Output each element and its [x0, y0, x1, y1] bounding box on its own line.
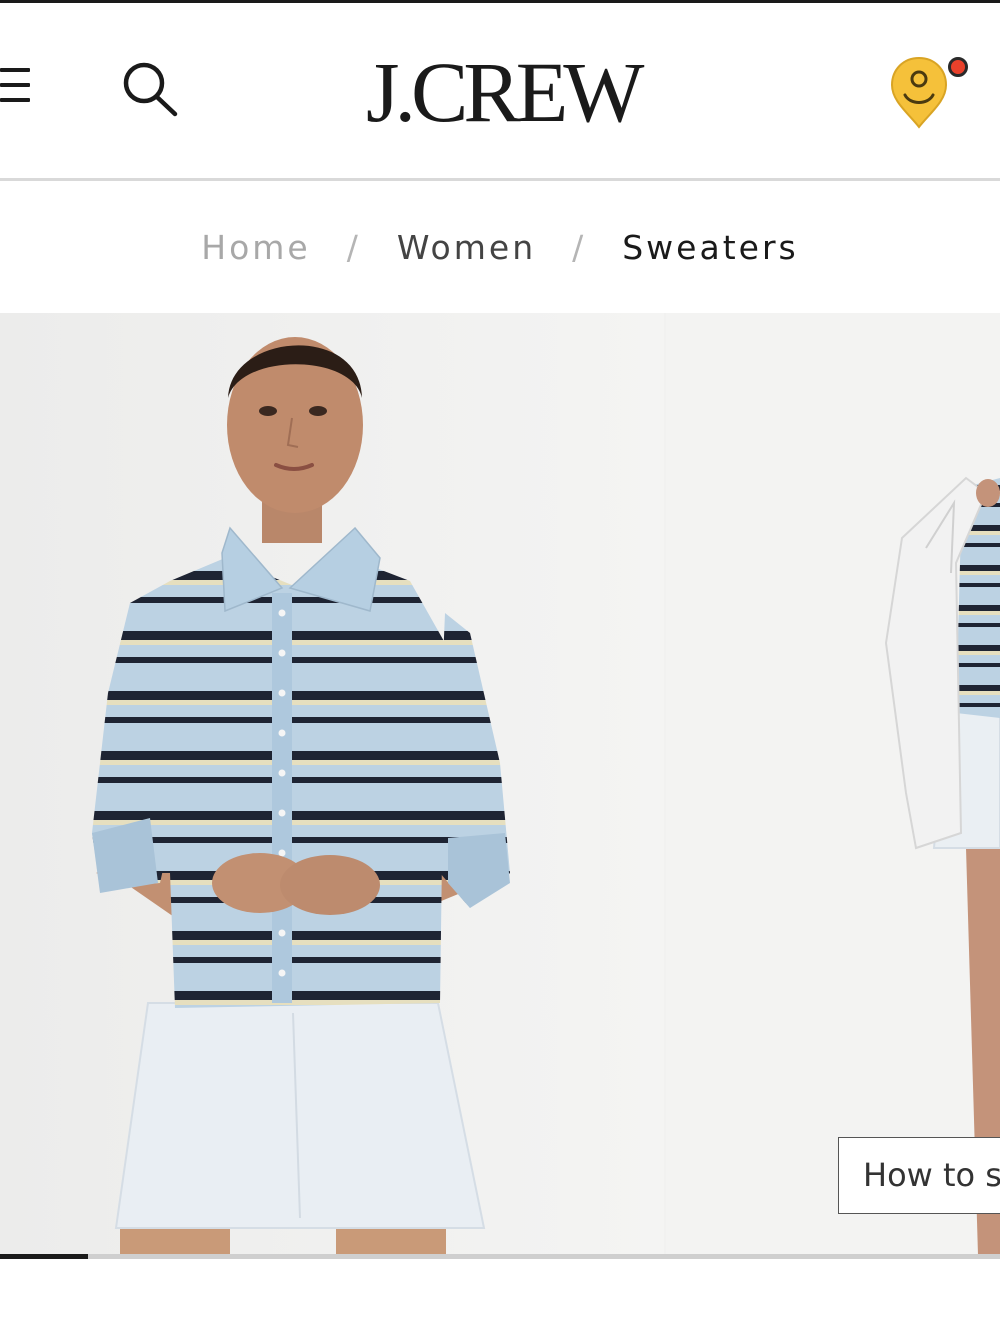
site-header: J.CREW — [0, 3, 1000, 178]
model-illustration — [0, 313, 664, 1255]
product-image-2[interactable] — [666, 313, 1000, 1255]
breadcrumb-separator: / — [346, 227, 361, 267]
gallery-progress-track — [0, 1254, 1000, 1259]
breadcrumb-current-sweaters: Sweaters — [622, 227, 799, 267]
hamburger-menu-icon-bar — [0, 98, 30, 102]
how-to-style-button[interactable]: How to s — [838, 1137, 1000, 1214]
breadcrumb-women[interactable]: Women — [397, 228, 536, 267]
search-icon — [123, 62, 178, 117]
notification-dot — [948, 57, 968, 77]
logo[interactable]: J.CREW — [366, 47, 696, 137]
breadcrumb-separator: / — [572, 227, 587, 267]
menu-button[interactable] — [0, 64, 32, 106]
hamburger-menu-icon-bar — [0, 83, 30, 87]
product-image-gallery[interactable] — [0, 313, 1000, 1255]
breadcrumb: Home / Women / Sweaters — [0, 181, 1000, 313]
how-to-style-label: How to s — [863, 1156, 1000, 1194]
search-button[interactable] — [118, 59, 180, 121]
breadcrumb-home[interactable]: Home — [201, 228, 310, 267]
account-avatar-icon — [890, 56, 948, 129]
hamburger-menu-icon — [0, 68, 30, 72]
product-image-1[interactable] — [0, 313, 664, 1255]
model-illustration-2 — [666, 313, 1000, 1255]
gallery-progress-fill — [0, 1254, 88, 1259]
